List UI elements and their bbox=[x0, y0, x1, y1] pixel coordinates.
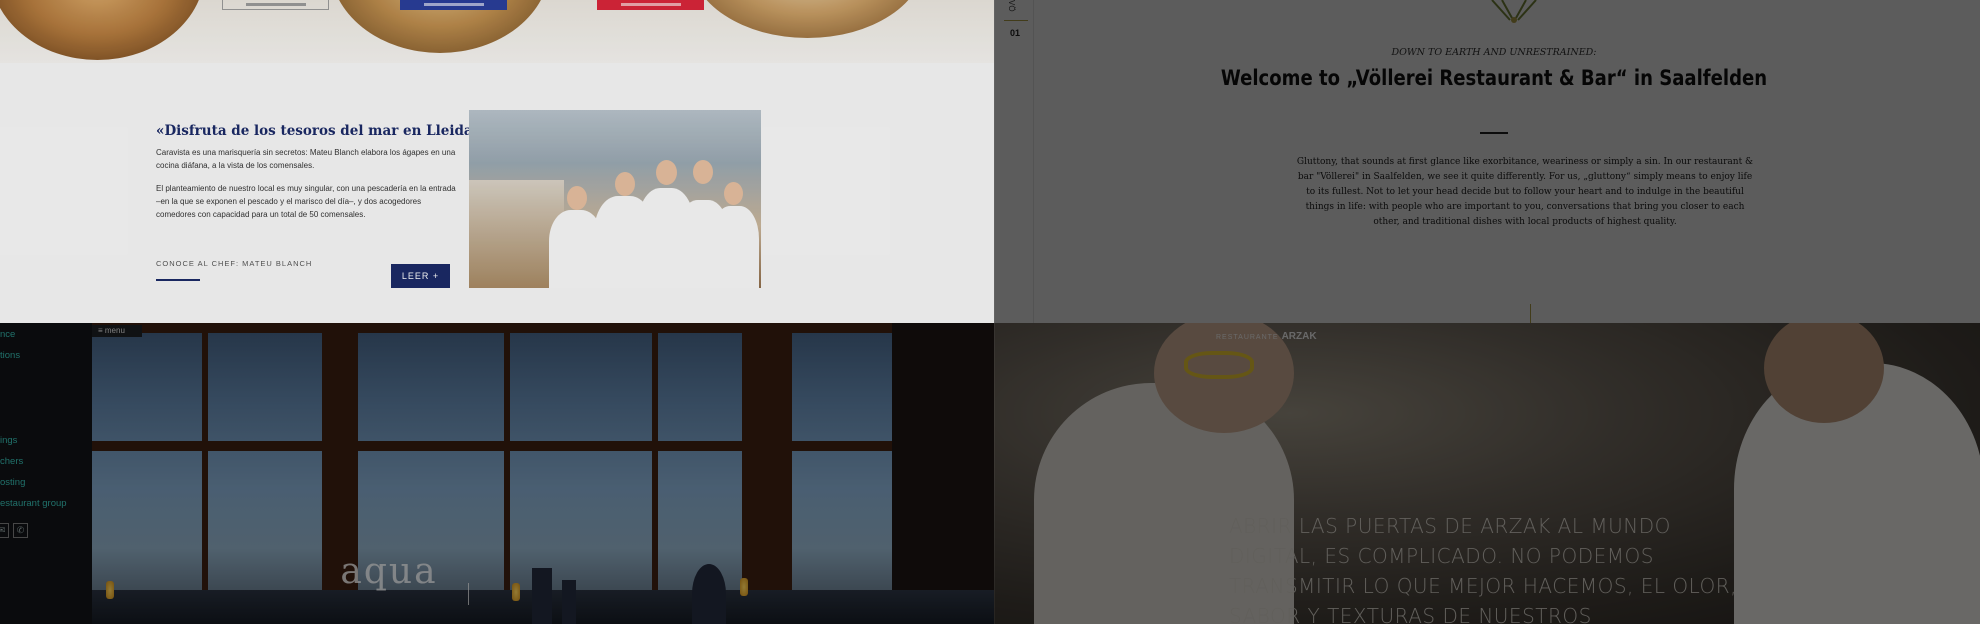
phone-icon[interactable]: ✆ bbox=[13, 523, 28, 538]
headline-text: ABRIR LAS PUERTAS DE ARZAK AL MUNDO DIGI… bbox=[1229, 514, 1738, 624]
window-frame bbox=[652, 323, 658, 624]
scroll-indicator[interactable] bbox=[1530, 304, 1531, 323]
intro-paragraph: Caravista es una marisquería sin secreto… bbox=[156, 148, 456, 170]
arzak-logo[interactable]: RESTAURANTE ARZAK bbox=[1216, 331, 1317, 342]
logo-stem bbox=[468, 583, 469, 605]
hanging-lamp bbox=[740, 578, 748, 596]
hero-food-photo bbox=[0, 0, 994, 63]
herb-logo-icon bbox=[1491, 0, 1537, 23]
window-frame bbox=[202, 323, 208, 624]
welcome-heading: Welcome to „Völlerei Restaurant & Bar“ i… bbox=[1220, 66, 1768, 90]
section-title: «Disfruta de los tesoros del mar en Llei… bbox=[156, 123, 482, 139]
skyline-building bbox=[692, 564, 726, 624]
chef-figure bbox=[711, 206, 759, 288]
window-frame bbox=[92, 323, 994, 333]
nav-link[interactable]: chers bbox=[0, 456, 23, 467]
chef-link[interactable]: CONOCE AL CHEF: MATEU BLANCH bbox=[156, 259, 312, 268]
aqua-logo: aqua bbox=[340, 551, 438, 592]
section-number: 01 bbox=[1010, 28, 1021, 38]
nav-link[interactable]: nce bbox=[0, 329, 15, 340]
skyline-building bbox=[562, 580, 576, 624]
window-frame bbox=[92, 441, 994, 451]
caravista-panel: «Disfruta de los tesoros del mar en Llei… bbox=[0, 0, 994, 323]
hero-button-reservation[interactable] bbox=[400, 0, 507, 10]
wall bbox=[892, 323, 994, 624]
aqua-panel: nce tions ings chers osting estaurant gr… bbox=[0, 323, 994, 624]
hero-button-red[interactable] bbox=[597, 0, 704, 10]
chef-head bbox=[567, 186, 587, 210]
heading-divider bbox=[1480, 132, 1508, 134]
menu-button[interactable]: ≡ menu bbox=[92, 325, 142, 337]
food-plate-image bbox=[0, 0, 205, 60]
chef-link-underline bbox=[156, 279, 200, 281]
section-kicker: DOWN TO EARTH AND UNRESTRAINED: bbox=[1391, 47, 1597, 58]
description-paragraph: El planteamiento de nuestro local es muy… bbox=[156, 184, 456, 219]
vollerei-panel: VÖ 01 DOWN TO EARTH AND UNRESTRAINED: We… bbox=[994, 0, 1980, 323]
chef-head bbox=[693, 160, 713, 184]
sidebar-rule bbox=[1004, 20, 1028, 21]
nav-link[interactable]: tions bbox=[0, 350, 20, 361]
brand-name: ARZAK bbox=[1281, 331, 1317, 342]
chef-head bbox=[724, 182, 743, 205]
nav-link[interactable]: estaurant group bbox=[0, 498, 67, 509]
mail-icon[interactable]: ✉ bbox=[0, 523, 9, 538]
nav-link[interactable]: osting bbox=[0, 477, 25, 488]
side-navigation: nce tions ings chers osting estaurant gr… bbox=[0, 323, 92, 624]
leer-button[interactable]: LEER + bbox=[391, 264, 450, 288]
chef-head bbox=[656, 160, 677, 185]
chef-team-photo bbox=[469, 110, 761, 288]
window-frame bbox=[504, 323, 510, 624]
restaurant-view-photo bbox=[92, 323, 994, 624]
food-plate-image bbox=[690, 0, 925, 38]
glasses bbox=[1184, 351, 1254, 379]
sidebar-label: VÖ bbox=[1007, 0, 1016, 12]
intro-text: Gluttony, that sounds at first glance li… bbox=[1296, 157, 1754, 227]
hanging-lamp bbox=[106, 581, 114, 599]
hero-button-outline[interactable] bbox=[222, 0, 329, 10]
hamburger-icon: ≡ bbox=[98, 326, 105, 335]
panel-divider bbox=[994, 0, 995, 624]
brand-prefix: RESTAURANTE bbox=[1216, 334, 1279, 341]
chef-head bbox=[615, 172, 635, 196]
skyline-building bbox=[532, 568, 552, 624]
arzak-panel: RESTAURANTE ARZAK ABRIR LAS PUERTAS DE A… bbox=[994, 323, 1980, 624]
hanging-lamp bbox=[512, 583, 520, 601]
nav-link[interactable]: ings bbox=[0, 435, 17, 446]
menu-label: menu bbox=[104, 326, 125, 335]
window-frame bbox=[742, 323, 792, 624]
